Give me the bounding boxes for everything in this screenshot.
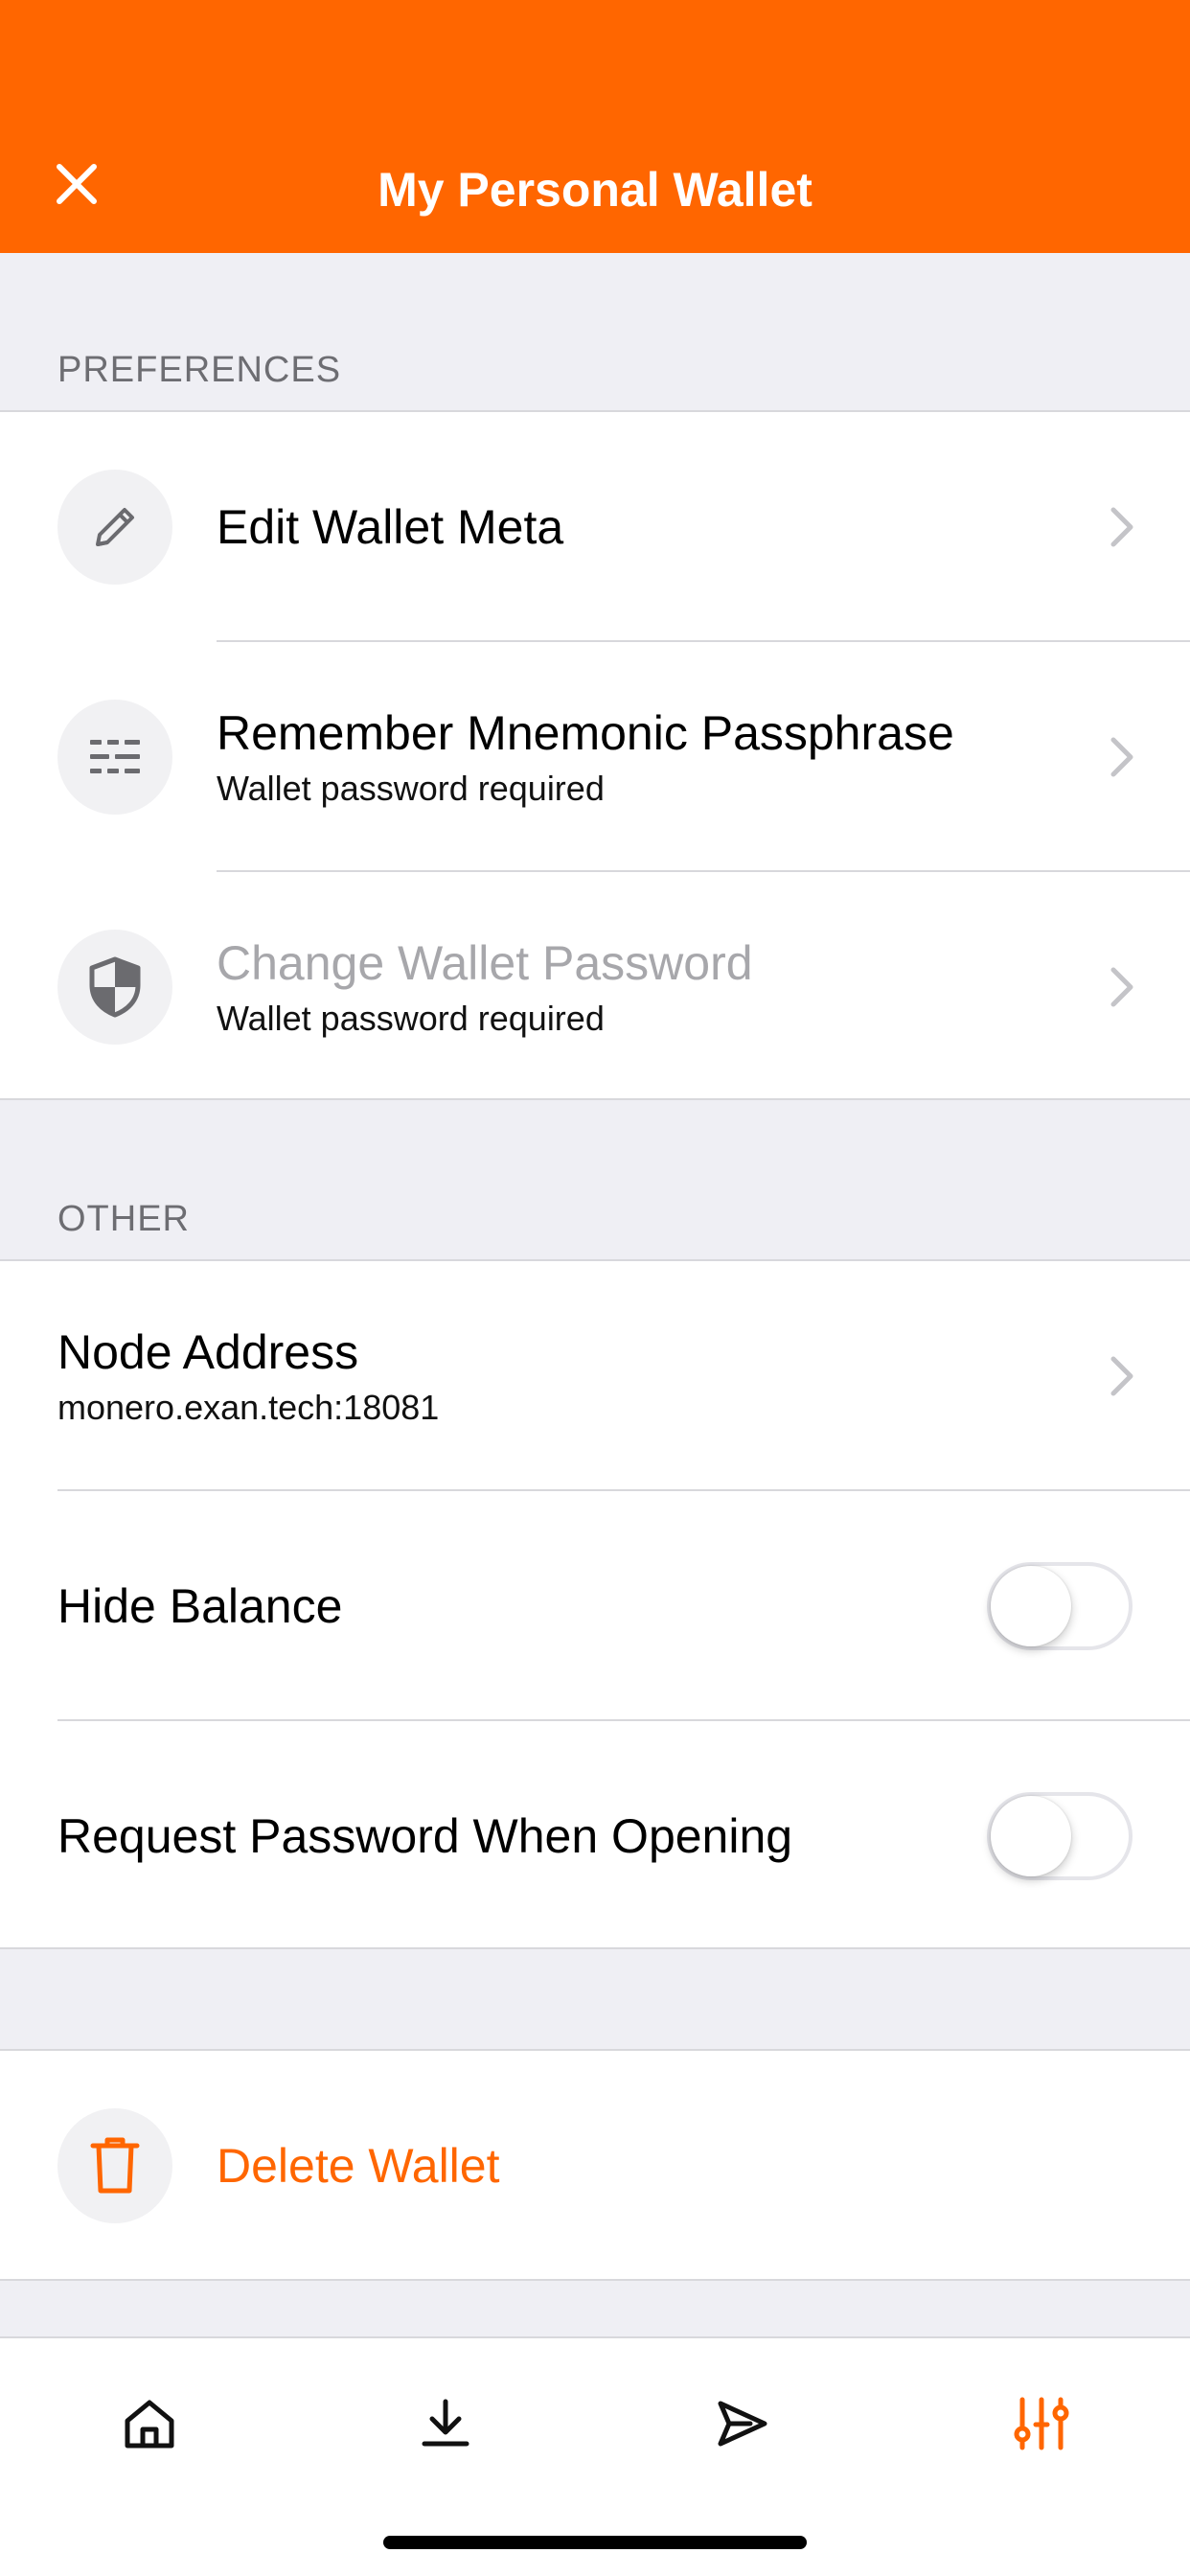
change-password-text: Change Wallet Password Wallet password r… <box>217 872 1075 1102</box>
node-address-row[interactable]: Node Address monero.exan.tech:18081 <box>0 1261 1190 1491</box>
edit-wallet-meta-label: Edit Wallet Meta <box>217 500 564 554</box>
section-header-preferences: PREFERENCES <box>57 350 342 390</box>
remember-mnemonic-label: Remember Mnemonic Passphrase <box>217 706 954 760</box>
tab-home[interactable] <box>106 2380 193 2467</box>
remember-mnemonic-text: Remember Mnemonic Passphrase Wallet pass… <box>217 642 1075 872</box>
edit-wallet-meta-icon-wrap <box>57 470 172 585</box>
remember-mnemonic-sublabel: Wallet password required <box>217 769 605 808</box>
toggle-knob <box>991 1566 1071 1646</box>
preferences-group: Edit Wallet Meta Remember Mnemonic Passp… <box>0 410 1190 1100</box>
hide-balance-toggle[interactable] <box>987 1562 1133 1650</box>
other-group: Node Address monero.exan.tech:18081 Hide… <box>0 1259 1190 1949</box>
delete-wallet-icon-wrap <box>57 2108 172 2223</box>
change-password-label: Change Wallet Password <box>217 936 753 990</box>
request-password-text: Request Password When Opening <box>57 1721 1075 1951</box>
edit-wallet-meta-text: Edit Wallet Meta <box>217 412 1075 642</box>
edit-wallet-meta-row[interactable]: Edit Wallet Meta <box>0 412 1190 642</box>
send-icon <box>718 2401 767 2447</box>
change-wallet-password-row[interactable]: Change Wallet Password Wallet password r… <box>0 872 1190 1102</box>
node-address-text: Node Address monero.exan.tech:18081 <box>57 1261 1075 1491</box>
toggle-knob <box>991 1796 1071 1876</box>
home-icon <box>125 2400 174 2449</box>
chevron-right-icon <box>1110 737 1133 777</box>
change-password-sublabel: Wallet password required <box>217 999 605 1038</box>
download-icon <box>422 2399 469 2447</box>
shield-icon <box>89 956 141 1018</box>
delete-wallet-text: Delete Wallet <box>217 2051 1075 2281</box>
page-title: My Personal Wallet <box>378 163 812 217</box>
hide-balance-row: Hide Balance <box>0 1491 1190 1721</box>
pencil-icon <box>96 508 134 546</box>
chevron-right-icon <box>1110 507 1133 547</box>
node-address-label: Node Address <box>57 1325 359 1379</box>
change-password-icon-wrap <box>57 930 172 1045</box>
nav-header: My Personal Wallet <box>0 0 1190 253</box>
tab-settings[interactable] <box>998 2380 1085 2467</box>
tab-receive[interactable] <box>402 2380 489 2467</box>
sliders-icon <box>1014 2397 1069 2450</box>
chevron-right-icon <box>1110 967 1133 1007</box>
home-indicator <box>383 2536 807 2549</box>
tab-send[interactable] <box>699 2380 786 2467</box>
request-password-row: Request Password When Opening <box>0 1721 1190 1951</box>
chevron-right-icon <box>1110 1356 1133 1396</box>
request-password-toggle[interactable] <box>987 1792 1133 1880</box>
request-password-label: Request Password When Opening <box>57 1809 793 1863</box>
hide-balance-text: Hide Balance <box>57 1491 1075 1721</box>
trash-icon <box>90 2137 140 2194</box>
danger-group: Delete Wallet <box>0 2049 1190 2281</box>
remember-mnemonic-row[interactable]: Remember Mnemonic Passphrase Wallet pass… <box>0 642 1190 872</box>
hide-balance-label: Hide Balance <box>57 1579 343 1633</box>
section-header-other: OTHER <box>57 1199 190 1239</box>
delete-wallet-label: Delete Wallet <box>217 2139 500 2193</box>
node-address-value: monero.exan.tech:18081 <box>57 1388 440 1427</box>
delete-wallet-row[interactable]: Delete Wallet <box>0 2051 1190 2281</box>
mnemonic-icon <box>90 740 140 773</box>
remember-mnemonic-icon-wrap <box>57 700 172 815</box>
wallet-settings-screen: My Personal Wallet PREFERENCES Edit Wall… <box>0 0 1190 2576</box>
